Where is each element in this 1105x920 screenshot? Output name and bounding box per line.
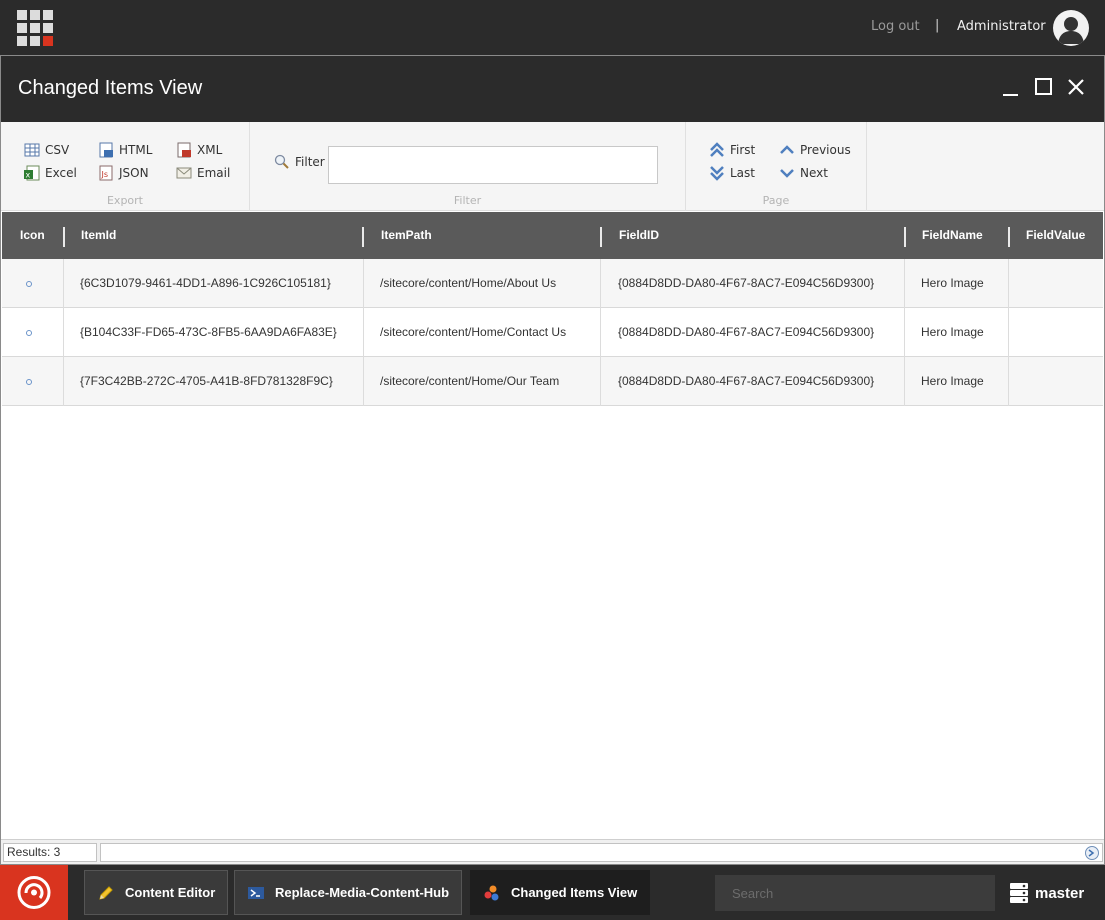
export-html-button[interactable]: HTML (98, 142, 152, 158)
sitecore-logo-icon[interactable] (0, 865, 68, 920)
table-row[interactable]: {7F3C42BB-272C-4705-A41B-8FD781328F9C} /… (2, 357, 1103, 406)
database-selector[interactable]: master (1010, 882, 1084, 904)
export-group: CSV x Excel HTML Js JSON XML Email Expor… (1, 122, 250, 211)
first-page-button[interactable]: First (709, 142, 755, 158)
cell-item-id: {B104C33F-FD65-473C-8FB5-6AA9DA6FA83E} (80, 325, 337, 339)
column-header-fieldname[interactable]: FieldName (922, 212, 983, 259)
cell-field-name: Hero Image (921, 325, 984, 339)
export-csv-button[interactable]: CSV (24, 142, 69, 158)
next-page-button[interactable]: Next (779, 165, 828, 181)
filter-button[interactable]: Filter (274, 154, 325, 170)
window-title: Changed Items View (18, 77, 203, 99)
page-group: First Last Previous Next Page (686, 122, 867, 211)
column-resize-handle[interactable] (362, 227, 364, 247)
html-icon (98, 142, 114, 158)
cell-item-id: {6C3D1079-9461-4DD1-A896-1C926C105181} (80, 276, 331, 290)
export-email-button[interactable]: Email (176, 165, 230, 181)
search-icon (274, 154, 290, 170)
cell-item-id: {7F3C42BB-272C-4705-A41B-8FD781328F9C} (80, 374, 333, 388)
filter-input[interactable] (328, 146, 658, 184)
cell-field-name: Hero Image (921, 374, 984, 388)
logout-link[interactable]: Log out (871, 19, 920, 34)
column-resize-handle[interactable] (600, 227, 602, 247)
item-icon (26, 330, 32, 336)
cell-field-id: {0884D8DD-DA80-4F67-8AC7-E094C56D9300} (618, 325, 875, 339)
column-header-itemid[interactable]: ItemId (81, 212, 116, 259)
column-resize-handle[interactable] (63, 227, 65, 247)
database-icon (1010, 882, 1028, 904)
export-group-label: Export (106, 194, 143, 207)
user-avatar-icon[interactable] (1053, 10, 1089, 46)
maximize-icon[interactable] (1033, 76, 1055, 98)
header-separator: | (935, 18, 940, 33)
minimize-icon[interactable] (1000, 76, 1022, 98)
item-icon (26, 379, 32, 385)
app-launcher-icon[interactable] (17, 10, 53, 46)
column-header-itempath[interactable]: ItemPath (381, 212, 432, 259)
global-header: Log out | Administrator (0, 0, 1105, 55)
user-name[interactable]: Administrator (957, 19, 1046, 34)
column-header-fieldvalue[interactable]: FieldValue (1026, 212, 1085, 259)
xml-icon (176, 142, 192, 158)
column-resize-handle[interactable] (904, 227, 906, 247)
page-group-label: Page (762, 194, 790, 207)
json-icon: Js (98, 165, 114, 181)
email-icon (176, 165, 192, 181)
ribbon: CSV x Excel HTML Js JSON XML Email Expor… (1, 122, 1104, 211)
dots-app-icon (483, 884, 501, 902)
table-row[interactable]: {6C3D1079-9461-4DD1-A896-1C926C105181} /… (2, 259, 1103, 308)
excel-icon: x (24, 165, 40, 181)
cell-field-id: {0884D8DD-DA80-4F67-8AC7-E094C56D9300} (618, 374, 875, 388)
cell-item-path: /sitecore/content/Home/About Us (380, 276, 557, 290)
results-count: Results: 3 (3, 843, 97, 862)
status-bar: Results: 3 (1, 839, 1104, 864)
task-replace-media-content-hub[interactable]: Replace-Media-Content-Hub (234, 870, 463, 915)
last-page-button[interactable]: Last (709, 165, 755, 181)
changed-items-window: Changed Items View CSV x Excel HTML Js J… (0, 55, 1105, 865)
taskbar: Content Editor Replace-Media-Content-Hub… (0, 865, 1105, 920)
taskbar-search-input[interactable] (715, 875, 995, 911)
window-title-bar: Changed Items View (1, 56, 1104, 122)
cell-item-path: /sitecore/content/Home/Contact Us (380, 325, 567, 339)
table-row[interactable]: {B104C33F-FD65-473C-8FB5-6AA9DA6FA83E} /… (2, 308, 1103, 357)
cell-field-name: Hero Image (921, 276, 984, 290)
powershell-icon (1085, 846, 1099, 860)
chevron-up-icon (779, 142, 795, 158)
close-icon[interactable] (1065, 76, 1087, 98)
cell-item-path: /sitecore/content/Home/Our Team (380, 374, 560, 388)
task-content-editor[interactable]: Content Editor (84, 870, 229, 915)
item-icon (26, 281, 32, 287)
csv-icon (24, 142, 40, 158)
cell-field-id: {0884D8DD-DA80-4F67-8AC7-E094C56D9300} (618, 276, 875, 290)
double-chevron-down-icon (709, 165, 725, 181)
double-chevron-up-icon (709, 142, 725, 158)
column-header-icon[interactable]: Icon (20, 212, 45, 259)
status-message (100, 843, 1103, 862)
task-changed-items-view[interactable]: Changed Items View (470, 870, 651, 915)
export-json-button[interactable]: Js JSON (98, 165, 149, 181)
filter-group-label: Filter (453, 194, 482, 207)
export-excel-button[interactable]: x Excel (24, 165, 77, 181)
grid-header: Icon ItemId ItemPath FieldID FieldName F… (2, 212, 1103, 259)
svg-text:x: x (26, 171, 31, 180)
column-header-fieldid[interactable]: FieldID (619, 212, 659, 259)
svg-text:Js: Js (101, 170, 109, 179)
export-xml-button[interactable]: XML (176, 142, 222, 158)
previous-page-button[interactable]: Previous (779, 142, 851, 158)
powershell-script-icon (247, 884, 265, 902)
chevron-down-icon (779, 165, 795, 181)
column-resize-handle[interactable] (1008, 227, 1010, 247)
pencil-icon (97, 884, 115, 902)
